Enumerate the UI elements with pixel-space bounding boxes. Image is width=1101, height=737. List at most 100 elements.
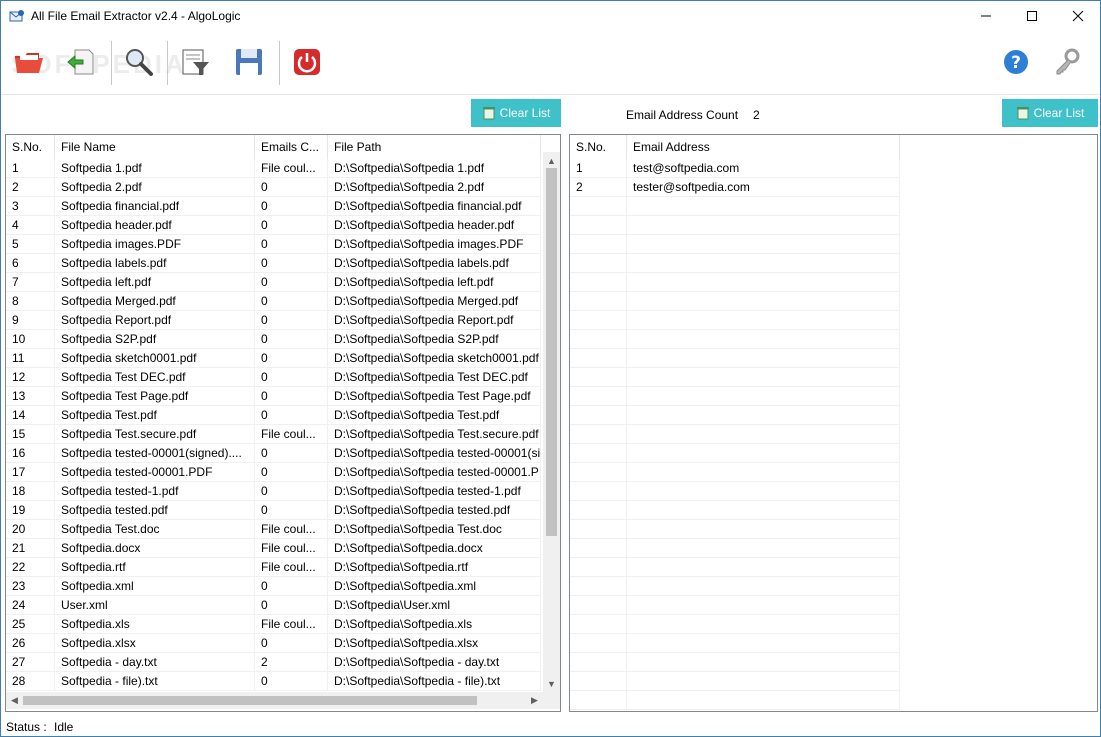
cell-sno	[570, 672, 627, 691]
maximize-button[interactable]	[1009, 1, 1055, 31]
email-list-grid[interactable]: S.No. Email Address 1 test@softpedia.com 2…	[569, 134, 1098, 712]
cell-email-address	[627, 216, 900, 235]
cell-sno: 7	[6, 273, 55, 292]
help-button[interactable]: ?	[998, 44, 1034, 80]
table-row[interactable]: 15 Softpedia Test.secure.pdf File coul... D…	[6, 425, 541, 444]
cell-file-name: Softpedia Test DEC.pdf	[55, 368, 255, 387]
scroll-up-arrow-icon[interactable]: ▲	[543, 152, 560, 169]
toolbar: SOFTPEDIA ?	[1, 31, 1100, 95]
table-row[interactable]: 4 Softpedia header.pdf 0 D:\Softpedia\Softp…	[6, 216, 541, 235]
cell-emails-count: 0	[255, 406, 328, 425]
cell-file-path: D:\Softpedia\User.xml	[328, 596, 541, 615]
search-button[interactable]	[121, 44, 157, 80]
cell-file-path: D:\Softpedia\Softpedia Test.pdf	[328, 406, 541, 425]
horizontal-scrollbar[interactable]: ◀ ▶	[6, 692, 543, 709]
cell-sno: 14	[6, 406, 55, 425]
cell-sno	[570, 691, 627, 710]
open-folder-icon	[15, 53, 43, 73]
empty-row	[570, 387, 900, 406]
cell-emails-count: 0	[255, 368, 328, 387]
table-row[interactable]: 26 Softpedia.xlsx 0 D:\Softpedia\Softpedia.…	[6, 634, 541, 653]
scroll-right-arrow-icon[interactable]: ▶	[526, 692, 543, 709]
table-row[interactable]: 1 Softpedia 1.pdf File coul... D:\Softpedia…	[6, 159, 541, 178]
cell-email-address	[627, 463, 900, 482]
table-row[interactable]: 27 Softpedia - day.txt 2 D:\Softpedia\Softp…	[6, 653, 541, 672]
table-row[interactable]: 7 Softpedia left.pdf 0 D:\Softpedia\Softped…	[6, 273, 541, 292]
cell-file-path: D:\Softpedia\Softpedia Test.secure.pdf	[328, 425, 541, 444]
cell-sno: 19	[6, 501, 55, 520]
table-row[interactable]: 10 Softpedia S2P.pdf 0 D:\Softpedia\Softped…	[6, 330, 541, 349]
cell-emails-count: 0	[255, 349, 328, 368]
column-header-sno[interactable]: S.No.	[570, 135, 627, 159]
table-row[interactable]: 21 Softpedia.docx File coul... D:\Softpedia…	[6, 539, 541, 558]
table-row[interactable]: 13 Softpedia Test Page.pdf 0 D:\Softpedia\S…	[6, 387, 541, 406]
table-row[interactable]: 23 Softpedia.xml 0 D:\Softpedia\Softpedia.x…	[6, 577, 541, 596]
column-header-file-path[interactable]: File Path	[328, 135, 541, 159]
cell-email-address	[627, 368, 900, 387]
clear-file-list-button[interactable]: Clear List	[471, 99, 561, 127]
table-row[interactable]: 20 Softpedia Test.doc File coul... D:\Softp…	[6, 520, 541, 539]
table-row[interactable]: 19 Softpedia tested.pdf 0 D:\Softpedia\Soft…	[6, 501, 541, 520]
save-button[interactable]	[231, 44, 267, 80]
table-row[interactable]: 24 User.xml 0 D:\Softpedia\User.xml	[6, 596, 541, 615]
file-list-grid[interactable]: S.No. File Name Emails C... File Path 1S…	[5, 134, 561, 712]
empty-row	[570, 672, 900, 691]
vertical-scroll-thumb[interactable]	[546, 168, 557, 536]
clear-email-list-button[interactable]: Clear List	[1002, 99, 1098, 127]
open-folder-button[interactable]	[11, 44, 47, 80]
table-row[interactable]: 16 Softpedia tested-00001(signed).... 0 D:\…	[6, 444, 541, 463]
table-row[interactable]: 14 Softpedia Test.pdf 0 D:\Softpedia\Softpe…	[6, 406, 541, 425]
table-row[interactable]: 6 Softpedia labels.pdf 0 D:\Softpedia\Softp…	[6, 254, 541, 273]
table-row[interactable]: 2 tester@softpedia.com	[570, 178, 900, 197]
table-row[interactable]: 22 Softpedia.rtf File coul... D:\Softpedia\…	[6, 558, 541, 577]
cell-file-name: Softpedia Test.doc	[55, 520, 255, 539]
minimize-button[interactable]	[963, 1, 1009, 31]
table-row[interactable]: 2 Softpedia 2.pdf 0 D:\Softpedia\Softpedia …	[6, 178, 541, 197]
cell-email-address	[627, 235, 900, 254]
column-header-email-address[interactable]: Email Address	[627, 135, 900, 159]
cell-file-name: Softpedia.xlsx	[55, 634, 255, 653]
cell-emails-count: 0	[255, 254, 328, 273]
cell-file-path: D:\Softpedia\Softpedia 1.pdf	[328, 159, 541, 178]
table-row[interactable]: 17 Softpedia tested-00001.PDF 0 D:\Softpedi…	[6, 463, 541, 482]
vertical-scrollbar[interactable]: ▲ ▼	[543, 152, 560, 692]
cell-emails-count: File coul...	[255, 425, 328, 444]
cell-file-path: D:\Softpedia\Softpedia.xls	[328, 615, 541, 634]
close-button[interactable]	[1055, 1, 1101, 31]
table-row[interactable]: 12 Softpedia Test DEC.pdf 0 D:\Softpedia\So…	[6, 368, 541, 387]
scroll-left-arrow-icon[interactable]: ◀	[6, 692, 23, 709]
cell-sno	[570, 254, 627, 273]
exit-button[interactable]	[289, 44, 325, 80]
table-row[interactable]: 9 Softpedia Report.pdf 0 D:\Softpedia\Softp…	[6, 311, 541, 330]
clear-list-label: Clear List	[1033, 106, 1085, 120]
column-header-file-name[interactable]: File Name	[55, 135, 255, 159]
cell-email-address	[627, 444, 900, 463]
column-header-sno[interactable]: S.No.	[6, 135, 55, 159]
table-row[interactable]: 18 Softpedia tested-1.pdf 0 D:\Softpedia\So…	[6, 482, 541, 501]
add-file-icon	[67, 49, 94, 75]
cell-file-path: D:\Softpedia\Softpedia Test DEC.pdf	[328, 368, 541, 387]
table-row[interactable]: 5 Softpedia images.PDF 0 D:\Softpedia\Softp…	[6, 235, 541, 254]
scroll-down-arrow-icon[interactable]: ▼	[543, 675, 560, 692]
table-row[interactable]: 3 Softpedia financial.pdf 0 D:\Softpedia\So…	[6, 197, 541, 216]
horizontal-scroll-thumb[interactable]	[23, 696, 477, 705]
cell-email-address	[627, 311, 900, 330]
filter-button[interactable]	[177, 44, 213, 80]
table-row[interactable]: 1 test@softpedia.com	[570, 159, 900, 178]
cell-emails-count: 0	[255, 216, 328, 235]
cell-email-address	[627, 653, 900, 672]
cell-email-address	[627, 520, 900, 539]
column-header-emails-count[interactable]: Emails C...	[255, 135, 328, 159]
cell-emails-count: 0	[255, 292, 328, 311]
register-button[interactable]	[1049, 44, 1085, 80]
table-row[interactable]: 8 Softpedia Merged.pdf 0 D:\Softpedia\Softp…	[6, 292, 541, 311]
trash-icon	[1016, 107, 1029, 120]
title-bar[interactable]: All File Email Extractor v2.4 - AlgoLogi…	[1, 1, 1100, 31]
cell-sno: 27	[6, 653, 55, 672]
add-file-button[interactable]	[63, 44, 99, 80]
cell-emails-count: File coul...	[255, 520, 328, 539]
table-row[interactable]: 25 Softpedia.xls File coul... D:\Softpedia\…	[6, 615, 541, 634]
cell-sno: 15	[6, 425, 55, 444]
table-row[interactable]: 11 Softpedia sketch0001.pdf 0 D:\Softpedia\…	[6, 349, 541, 368]
table-row[interactable]: 28 Softpedia - file).txt 0 D:\Softpedia\Sof…	[6, 672, 541, 691]
